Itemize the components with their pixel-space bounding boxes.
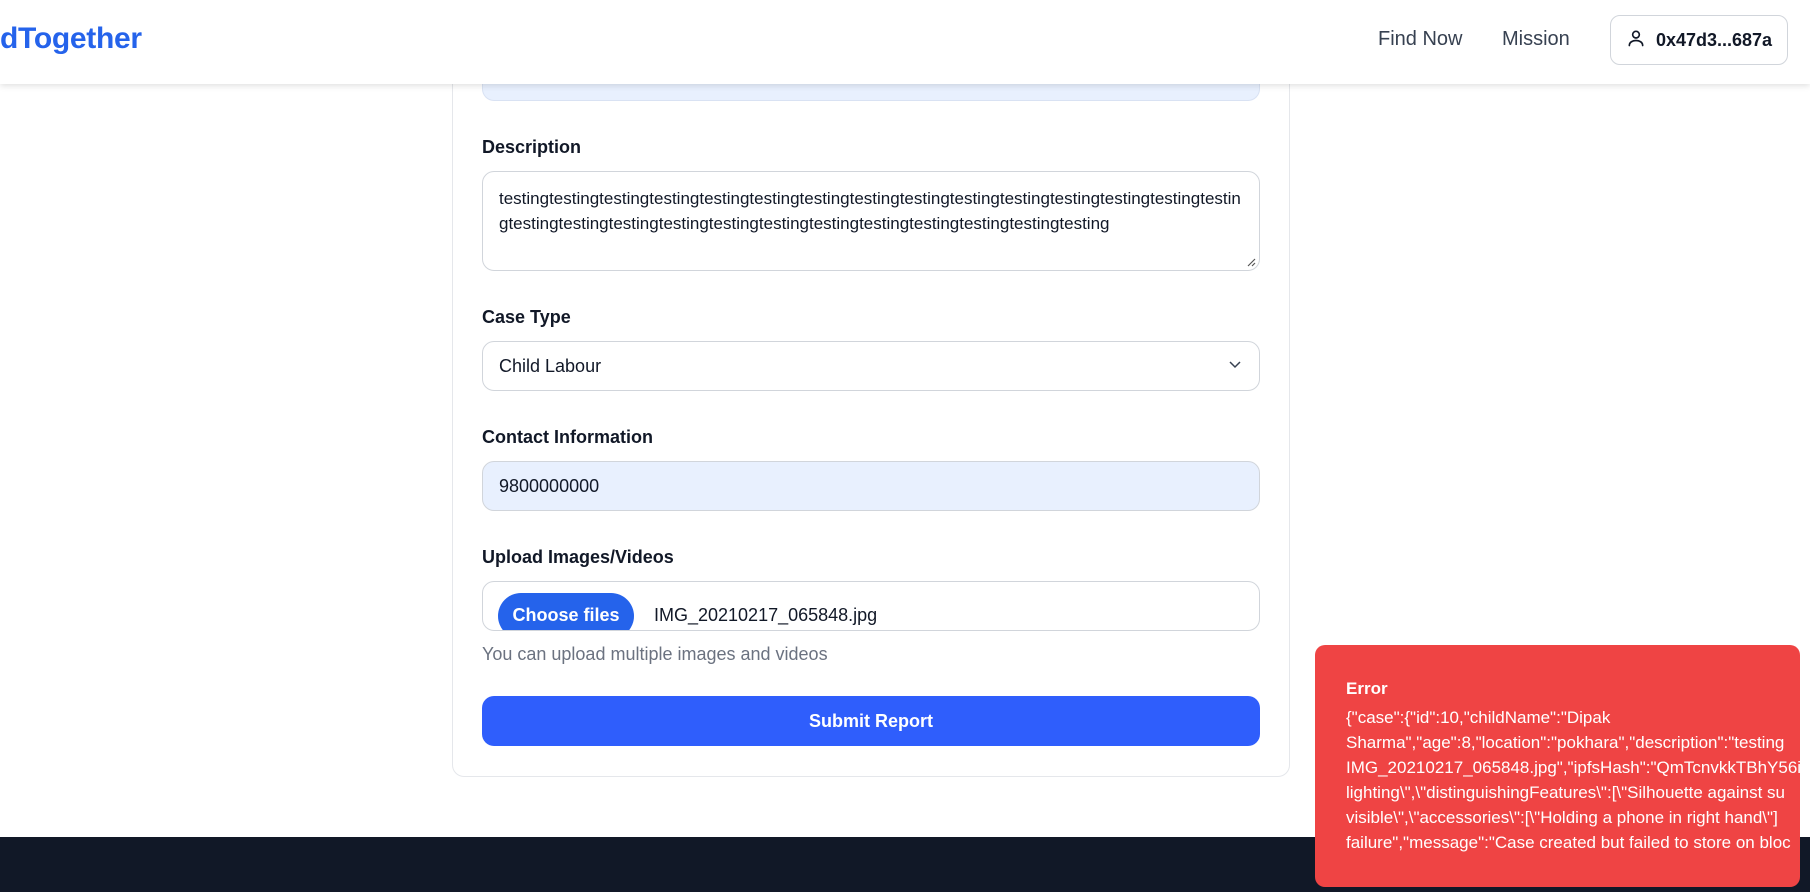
nav-find-now[interactable]: Find Now — [1378, 28, 1462, 51]
choose-files-button[interactable]: Choose files — [498, 593, 634, 630]
description-value: testingtestingtestingtestingtestingtesti… — [499, 189, 1241, 233]
resize-grip-icon[interactable] — [1246, 257, 1256, 267]
file-upload-input[interactable]: Choose files IMG_20210217_065848.jpg — [482, 581, 1260, 631]
contact-value: 9800000000 — [499, 475, 600, 496]
contact-label: Contact Information — [482, 427, 653, 447]
report-form-card — [452, 60, 1290, 777]
description-textarea[interactable]: testingtestingtestingtestingtestingtesti… — [482, 171, 1260, 271]
contact-input[interactable]: 9800000000 — [482, 461, 1260, 511]
wallet-button[interactable]: 0x47d3...687a — [1610, 15, 1788, 65]
description-label: Description — [482, 137, 582, 157]
submit-report-button[interactable]: Submit Report — [482, 696, 1260, 746]
toast-title: Error — [1346, 679, 1388, 698]
nav-mission[interactable]: Mission — [1502, 28, 1570, 51]
case-type-value: Child Labour — [499, 355, 602, 376]
error-toast[interactable]: Error {"case":{"id":10,"childName":"Dipa… — [1315, 645, 1800, 887]
upload-label: Upload Images/Videos — [482, 547, 674, 567]
wallet-address: 0x47d3...687a — [1655, 29, 1773, 50]
case-type-label: Case Type — [482, 307, 571, 327]
case-type-select[interactable]: Child Labour — [482, 341, 1260, 391]
toast-message: {"case":{"id":10,"childName":"Dipak Shar… — [1346, 708, 1800, 852]
user-icon — [1626, 28, 1646, 53]
chevron-down-icon — [1227, 356, 1243, 377]
brand-logo[interactable]: dTogether — [0, 22, 142, 56]
top-navbar: dTogether Find Now Mission 0x47d3...687a — [0, 0, 1810, 84]
upload-hint: You can upload multiple images and video… — [482, 644, 828, 664]
selected-file-name: IMG_20210217_065848.jpg — [654, 605, 878, 625]
